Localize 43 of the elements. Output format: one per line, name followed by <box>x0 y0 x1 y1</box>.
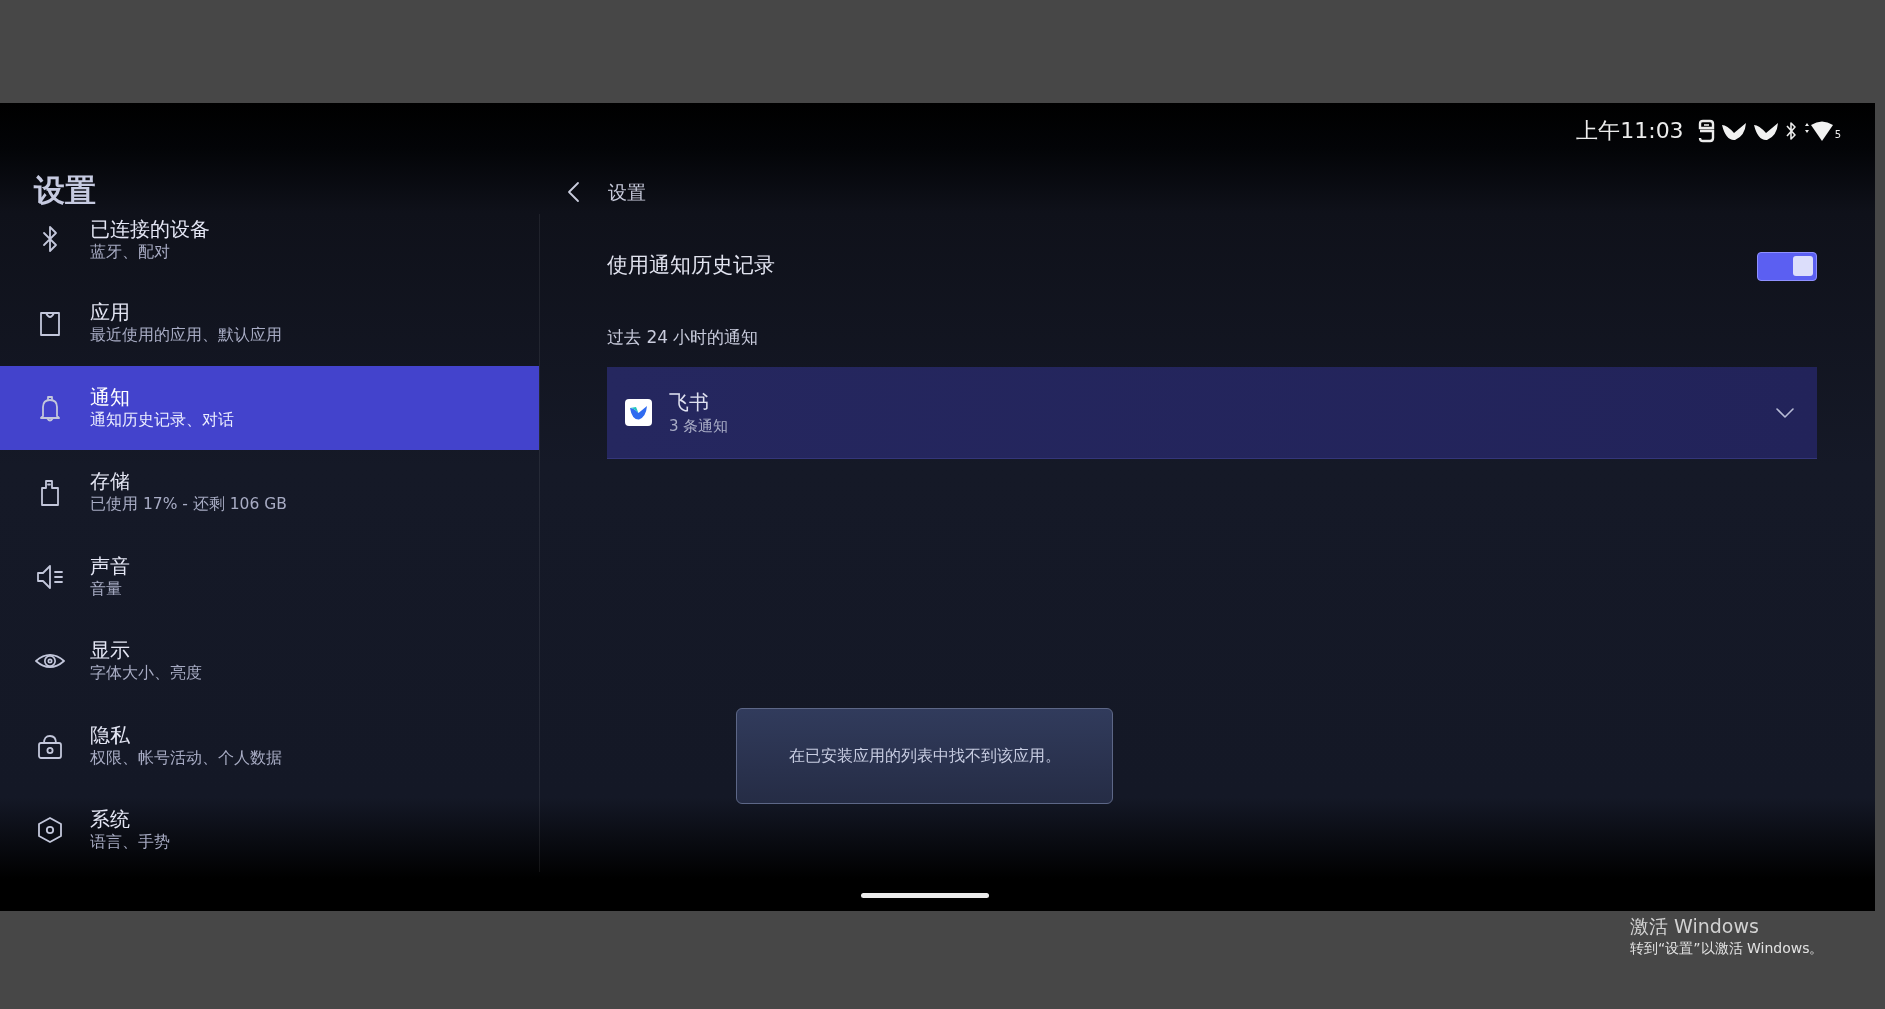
sidebar-item[interactable]: 已连接的设备 蓝牙、配对 <box>0 214 539 281</box>
item-subtitle: 音量 <box>90 578 123 600</box>
sidebar-item[interactable]: 存储 已使用 17% - 还剩 106 GB <box>0 450 539 535</box>
sidebar-item[interactable]: 隐私 权限、帐号活动、个人数据 <box>0 703 539 788</box>
app-name: 飞书 <box>669 388 710 415</box>
chevron-icon[interactable] <box>1775 406 1795 419</box>
sidebar-item[interactable]: 系统 语言、手势 <box>0 788 539 873</box>
activation-title: 激活 Windows <box>1630 914 1760 938</box>
notification-count: 3 条通知 <box>669 415 730 437</box>
item-title: 已连接的设备 <box>90 217 210 241</box>
wifi-icon <box>1802 119 1833 142</box>
sidebar-title: 设置 <box>32 171 97 210</box>
sidebar-item[interactable]: 显示 字体大小、亮度 <box>0 619 539 704</box>
item-subtitle: 通知历史记录、对话 <box>90 409 234 431</box>
item-subtitle: 字体大小、亮度 <box>90 663 202 685</box>
item-subtitle: 语言、手势 <box>90 832 170 854</box>
item-title: 通知 <box>90 384 131 409</box>
section-title: 过去 24 小时的通知 <box>607 326 760 349</box>
toggle-switch[interactable] <box>1757 251 1817 281</box>
activation-hint: 转到“设置”以激活 Windows。 <box>1630 939 1825 958</box>
app-icon <box>625 399 652 426</box>
item-title: 存储 <box>90 469 131 494</box>
wifi-band-label: 5 <box>1834 128 1841 142</box>
item-title: 应用 <box>90 300 131 325</box>
back-icon[interactable] <box>566 181 580 203</box>
bluetooth-icon <box>1784 120 1797 141</box>
item-title: 隐私 <box>90 722 131 747</box>
sidebar-item[interactable]: 通知 通知历史记录、对话 <box>0 365 539 450</box>
item-subtitle: 权限、帐号活动、个人数据 <box>90 747 282 769</box>
item-subtitle: 最近使用的应用、默认应用 <box>90 325 282 347</box>
page-title: 设置 <box>608 179 646 205</box>
item-title: 系统 <box>90 807 131 832</box>
sidebar-item[interactable]: 声音 音量 <box>0 534 539 619</box>
item-subtitle: 已使用 17% - 还剩 106 GB <box>90 494 287 516</box>
notification-group[interactable]: 飞书 3 条通知 <box>607 367 1817 459</box>
setting-label: 使用通知历史记录 <box>607 252 775 280</box>
item-subtitle: 蓝牙、配对 <box>90 242 171 263</box>
app-notification-icon <box>1697 118 1715 143</box>
item-title: 声音 <box>90 553 130 578</box>
toast-message: 在已安装应用的列表中找不到该应用。 <box>736 708 1113 804</box>
status-time: 上午11:03 <box>1576 119 1684 142</box>
sidebar-item[interactable]: 应用 最近使用的应用、默认应用 <box>0 281 539 366</box>
item-title: 显示 <box>90 638 131 663</box>
